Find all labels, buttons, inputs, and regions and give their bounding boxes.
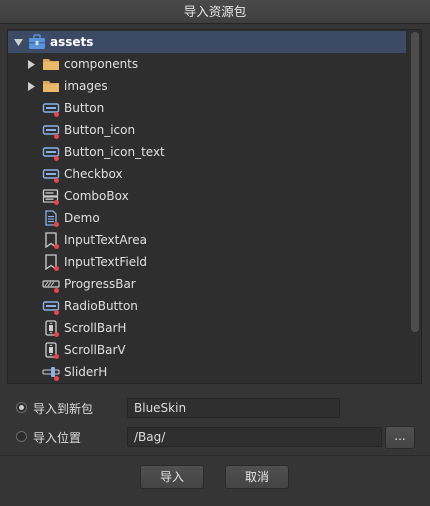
scrollbar-component-icon	[42, 342, 60, 359]
tree-item-inputtextfield[interactable]: InputTextField	[8, 251, 406, 273]
modified-badge	[54, 200, 59, 205]
modified-badge	[54, 222, 59, 227]
tree-item-images[interactable]: images	[8, 75, 406, 97]
tree-item-label: Demo	[64, 211, 100, 225]
button-component-icon	[42, 144, 60, 161]
resource-tree[interactable]: assets components images Button Button_icon…	[7, 29, 422, 384]
button-component-icon	[42, 122, 60, 139]
tree-item-label: ComboBox	[64, 189, 129, 203]
tree-scrollbar[interactable]	[411, 32, 419, 332]
combobox-component-icon	[42, 188, 60, 205]
import-package-dialog: 导入资源包 assets components images Button Butto…	[0, 0, 430, 506]
tree-item-checkbox[interactable]: Checkbox	[8, 163, 406, 185]
tree-item-button-icon[interactable]: Button_icon	[8, 119, 406, 141]
tree-item-scrollbarv[interactable]: ScrollBarV	[8, 339, 406, 361]
chevron-right-icon[interactable]	[25, 53, 37, 75]
tree-item-label: RadioButton	[64, 299, 138, 313]
chevron-right-icon[interactable]	[25, 75, 37, 97]
window-title: 导入资源包	[0, 0, 430, 24]
import-new-package-radio[interactable]	[16, 402, 27, 413]
tree-item-label: ScrollBarV	[64, 343, 126, 357]
modified-badge	[54, 266, 59, 271]
tree-item-button[interactable]: Button	[8, 97, 406, 119]
button-component-icon	[42, 100, 60, 117]
document-icon	[42, 210, 60, 227]
label-component-icon	[42, 254, 60, 271]
tree-item-button-icon-text[interactable]: Button_icon_text	[8, 141, 406, 163]
tree-item-combobox[interactable]: ComboBox	[8, 185, 406, 207]
tree-item-progressbar[interactable]: ProgressBar	[8, 273, 406, 295]
modified-badge	[54, 156, 59, 161]
tree-item-label: components	[64, 57, 139, 71]
tree-item-label: SliderH	[64, 365, 108, 379]
import-location-label: 导入位置	[33, 431, 82, 445]
browse-button[interactable]: ...	[385, 426, 415, 449]
import-new-package-label: 导入到新包	[33, 402, 94, 416]
tree-item-label: Button_icon_text	[64, 145, 165, 159]
progressbar-component-icon	[42, 276, 60, 293]
modified-badge	[54, 244, 59, 249]
cancel-button[interactable]: 取消	[225, 465, 289, 489]
tree-item-radiobutton[interactable]: RadioButton	[8, 295, 406, 317]
import-button[interactable]: 导入	[140, 465, 204, 489]
modified-badge	[54, 288, 59, 293]
tree-item-label: Checkbox	[64, 167, 123, 181]
tree-item-label: Button	[64, 101, 105, 115]
modified-badge	[54, 376, 59, 381]
tree-item-label: assets	[50, 35, 94, 49]
tree-item-label: images	[64, 79, 108, 93]
modified-badge	[54, 354, 59, 359]
folder-icon	[42, 78, 60, 94]
modified-badge	[54, 112, 59, 117]
button-component-icon	[42, 166, 60, 183]
modified-badge	[54, 310, 59, 315]
tree-item-assets[interactable]: assets	[8, 31, 406, 53]
tree-item-label: InputTextArea	[64, 233, 147, 247]
chevron-down-icon[interactable]	[12, 31, 24, 53]
tree-item-label: ProgressBar	[64, 277, 136, 291]
folder-icon	[42, 56, 60, 72]
import-location-radio[interactable]	[16, 431, 27, 442]
modified-badge	[54, 134, 59, 139]
tree-item-label: InputTextField	[64, 255, 148, 269]
new-package-name-input[interactable]	[127, 398, 340, 418]
tree-item-label: Button_icon	[64, 123, 136, 137]
label-component-icon	[42, 232, 60, 249]
modified-badge	[54, 178, 59, 183]
tree-item-inputtextarea[interactable]: InputTextArea	[8, 229, 406, 251]
tree-item-label: ScrollBarH	[64, 321, 127, 335]
tree-item-scrollbarh[interactable]: ScrollBarH	[8, 317, 406, 339]
import-location-input[interactable]	[127, 427, 382, 447]
slider-component-icon	[42, 364, 60, 381]
tree-item-sliderh[interactable]: SliderH	[8, 361, 406, 383]
footer-divider	[0, 455, 430, 456]
modified-badge	[54, 332, 59, 337]
button-component-icon	[42, 298, 60, 315]
tree-item-components[interactable]: components	[8, 53, 406, 75]
scrollbar-component-icon	[42, 320, 60, 337]
package-icon	[28, 34, 46, 50]
tree-item-demo[interactable]: Demo	[8, 207, 406, 229]
